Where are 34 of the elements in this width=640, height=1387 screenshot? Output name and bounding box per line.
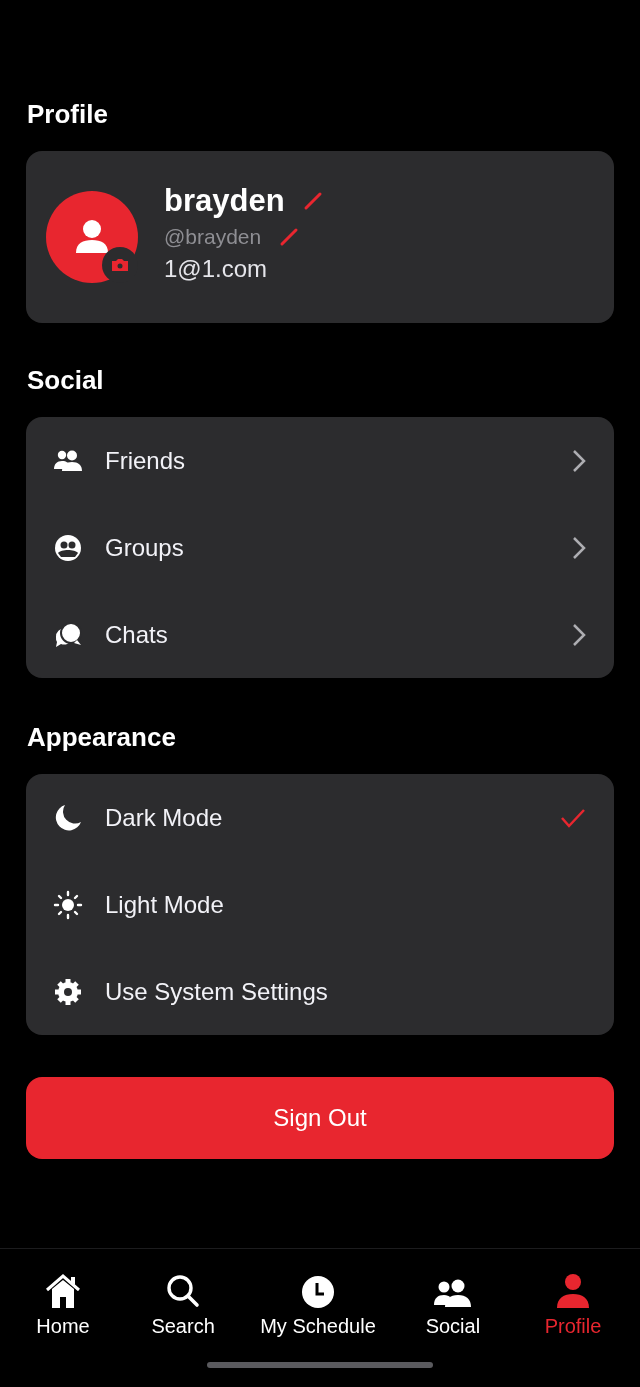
home-icon	[44, 1273, 82, 1309]
chevron-icon	[572, 448, 586, 473]
clock-icon	[301, 1275, 335, 1309]
menu-item[interactable]: Groups	[26, 504, 614, 591]
pencil-icon[interactable]	[279, 227, 300, 247]
menu-item[interactable]: Chats	[26, 591, 614, 678]
chevron-icon	[572, 622, 586, 647]
search-icon	[165, 1273, 202, 1309]
gear-icon	[53, 976, 83, 1007]
pencil-icon[interactable]	[302, 191, 323, 211]
person-icon	[556, 1273, 590, 1309]
tab-item[interactable]: Profile	[530, 1269, 616, 1338]
tab-item[interactable]: Social	[409, 1269, 496, 1338]
section-heading: Social	[27, 364, 105, 397]
group-icon	[54, 533, 82, 562]
sign-out-button[interactable]: Sign Out	[26, 1077, 614, 1159]
user-handle: @brayden	[164, 225, 262, 249]
people-icon	[53, 449, 83, 472]
people-icon	[432, 1277, 473, 1309]
section-heading: Profile	[27, 98, 109, 131]
user-name: brayden	[164, 183, 285, 219]
tab-item[interactable]: Search	[140, 1269, 227, 1338]
sun-icon	[53, 889, 83, 920]
tab-item[interactable]: Home	[20, 1269, 106, 1338]
section-heading: Appearance	[27, 721, 177, 754]
option-item[interactable]: Light Mode	[26, 861, 614, 948]
tab-item[interactable]: My Schedule	[260, 1269, 376, 1338]
option-item[interactable]: Use System Settings	[26, 948, 614, 1035]
option-item[interactable]: Dark Mode	[26, 774, 614, 861]
user-email: 1@1.com	[164, 255, 269, 283]
moon-icon	[53, 802, 83, 833]
menu-item[interactable]: Friends	[26, 417, 614, 504]
chevron-icon	[572, 535, 586, 560]
camera-icon	[111, 258, 129, 272]
